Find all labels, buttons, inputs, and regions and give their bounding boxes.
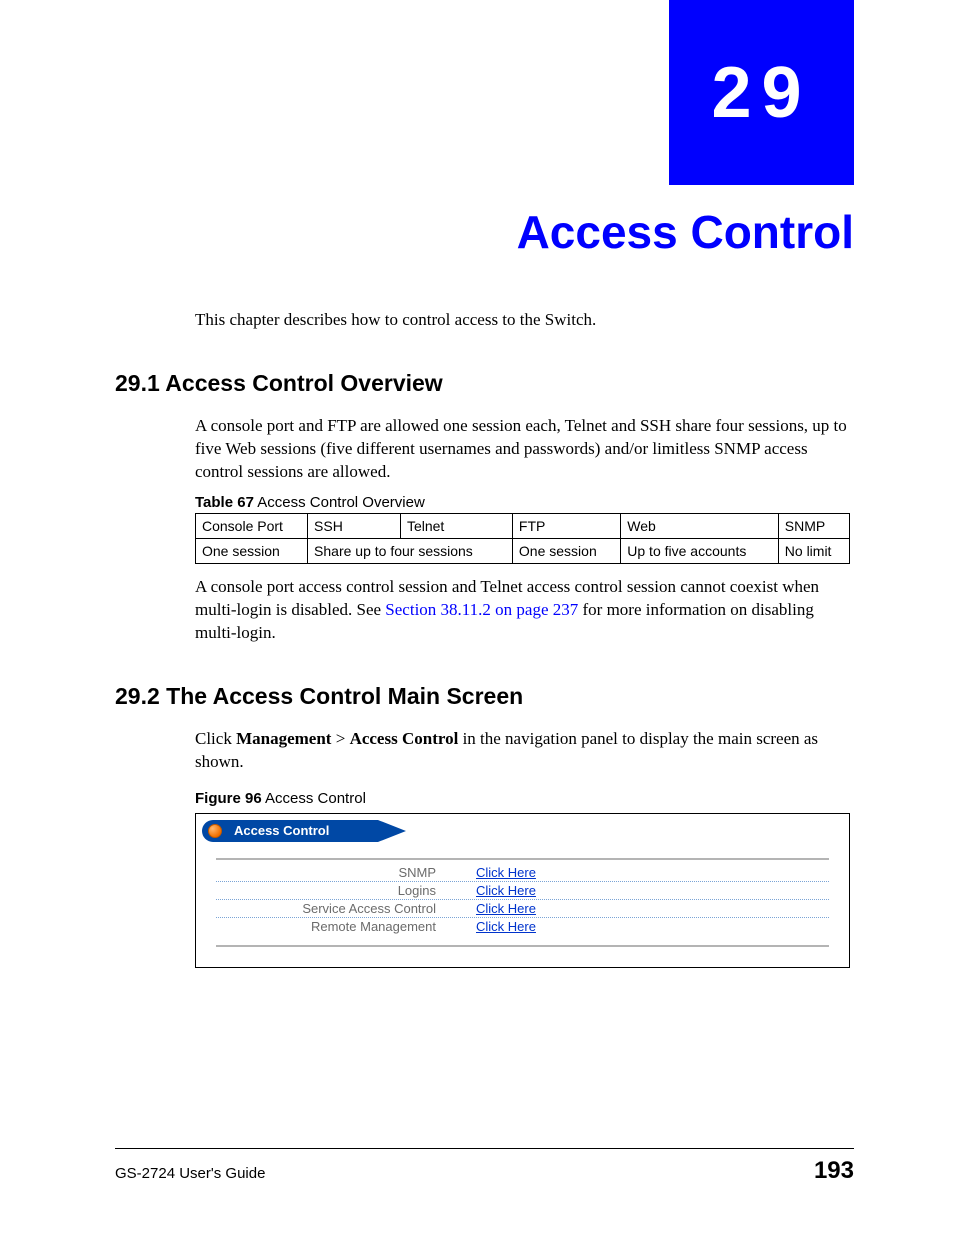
click-here-link[interactable]: Click Here — [476, 919, 536, 934]
td-snmp: No limit — [778, 538, 849, 563]
footer-guide-name: GS-2724 User's Guide — [115, 1165, 265, 1182]
section-heading-29-1: 29.1 Access Control Overview — [115, 370, 854, 397]
chapter-number: 29 — [711, 52, 811, 134]
para-29-2-1: Click Management > Access Control in the… — [195, 728, 854, 774]
th-ssh: SSH — [308, 513, 401, 538]
intro-text: This chapter describes how to control ac… — [195, 310, 854, 330]
click-here-link[interactable]: Click Here — [476, 883, 536, 898]
figure-caption-96: Figure 96 Access Control — [195, 790, 854, 807]
chapter-badge: 29 — [669, 0, 854, 185]
nav-management: Management — [236, 729, 331, 748]
table-row: Console Port SSH Telnet FTP Web SNMP — [196, 513, 850, 538]
row-label-logins: Logins — [216, 883, 476, 898]
t2: > — [331, 729, 349, 748]
panel-tab: Access Control — [202, 820, 462, 842]
row-label-sac: Service Access Control — [216, 901, 476, 916]
tab-right-arrow — [378, 820, 406, 842]
th-telnet: Telnet — [400, 513, 512, 538]
td-web: Up to five accounts — [621, 538, 779, 563]
th-snmp: SNMP — [778, 513, 849, 538]
td-ftp: One session — [512, 538, 620, 563]
divider — [216, 945, 829, 947]
list-item: SNMP Click Here — [216, 864, 829, 882]
row-label-remote: Remote Management — [216, 919, 476, 934]
click-here-link[interactable]: Click Here — [476, 865, 536, 880]
tab-left-cap — [202, 820, 228, 842]
panel-tab-title: Access Control — [228, 820, 378, 842]
section-heading-29-2: 29.2 The Access Control Main Screen — [115, 683, 854, 710]
tab-icon — [208, 824, 222, 838]
td-ssh-telnet: Share up to four sessions — [308, 538, 513, 563]
list-item: Logins Click Here — [216, 882, 829, 900]
td-console: One session — [196, 538, 308, 563]
click-here-link[interactable]: Click Here — [476, 901, 536, 916]
divider — [216, 858, 829, 860]
page-footer: GS-2724 User's Guide 193 — [115, 1148, 854, 1185]
figure-body: SNMP Click Here Logins Click Here Servic… — [216, 858, 829, 947]
table-caption-67: Table 67 Access Control Overview — [195, 494, 854, 511]
footer-page-number: 193 — [814, 1157, 854, 1185]
para-29-1-1: A console port and FTP are allowed one s… — [195, 415, 854, 484]
list-item: Remote Management Click Here — [216, 918, 829, 935]
table-67: Console Port SSH Telnet FTP Web SNMP One… — [195, 513, 850, 564]
row-label-snmp: SNMP — [216, 865, 476, 880]
nav-access-control: Access Control — [350, 729, 459, 748]
para-29-1-2: A console port access control session an… — [195, 576, 854, 645]
figure-caption-label: Figure 96 — [195, 790, 262, 807]
table-caption-label: Table 67 — [195, 494, 254, 511]
th-web: Web — [621, 513, 779, 538]
chapter-title: Access Control — [517, 205, 854, 259]
figure-caption-text: Access Control — [262, 790, 366, 807]
figure-96: Access Control SNMP Click Here Logins Cl… — [195, 813, 850, 968]
chapter-label: CHAPTER 29 — [135, 175, 219, 189]
table-row: One session Share up to four sessions On… — [196, 538, 850, 563]
cross-ref-link[interactable]: Section 38.11.2 on page 237 — [385, 600, 578, 619]
th-console: Console Port — [196, 513, 308, 538]
table-caption-text: Access Control Overview — [254, 494, 425, 511]
th-ftp: FTP — [512, 513, 620, 538]
list-item: Service Access Control Click Here — [216, 900, 829, 918]
t1: Click — [195, 729, 236, 748]
